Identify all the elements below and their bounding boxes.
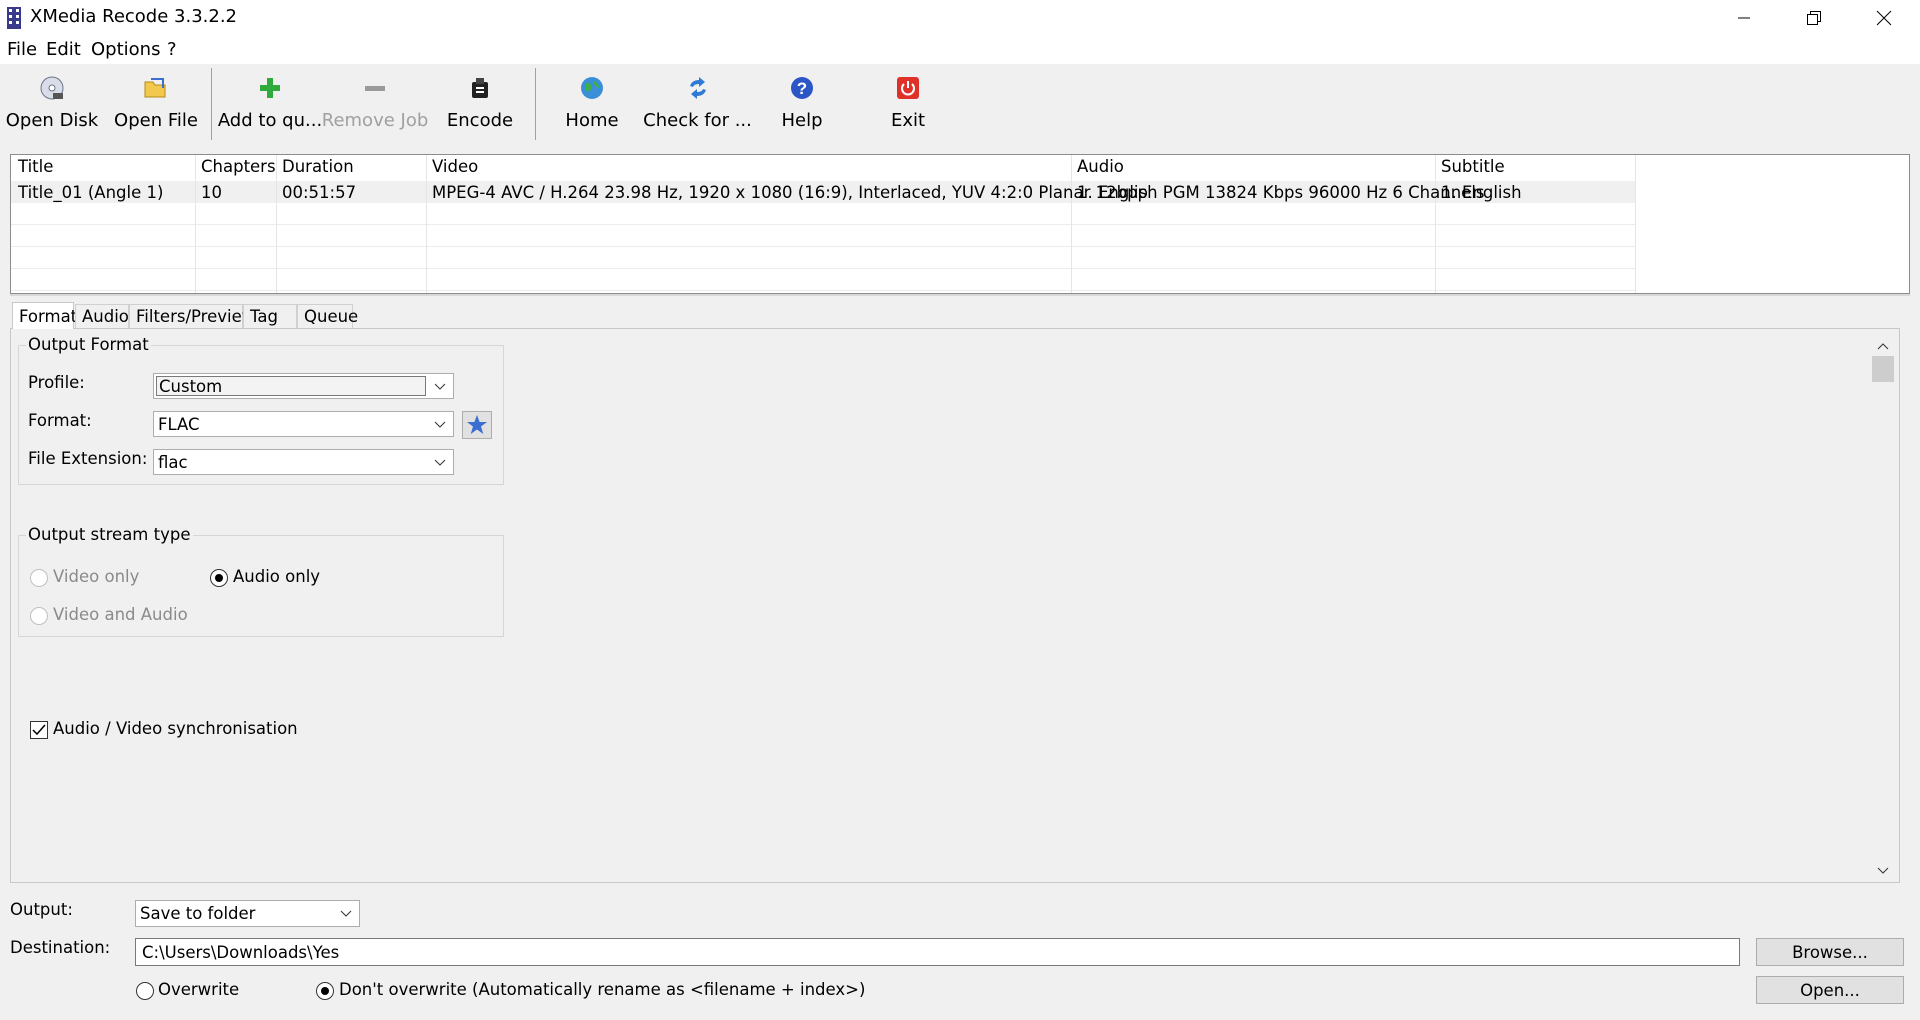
column-header-duration[interactable]: Duration [282,157,354,176]
scroll-down-icon[interactable] [1876,862,1890,881]
overwrite-label: Overwrite [158,980,240,999]
menu-help[interactable]: ? [167,39,177,60]
add-to-queue-button[interactable]: Add to qu... [218,74,322,144]
app-film-icon [6,6,22,30]
open-file-button[interactable]: Open File [112,74,200,144]
exit-button[interactable]: Exit [873,74,943,144]
column-header-video[interactable]: Video [432,157,478,176]
restore-button[interactable] [1779,0,1849,36]
tab-format[interactable]: Format [12,302,77,329]
column-audio [1072,155,1436,293]
tab-audio[interactable]: Audio [75,304,129,328]
home-button[interactable]: Home [552,74,632,144]
column-header-title[interactable]: Title [18,157,53,176]
cell-video: MPEG-4 AVC / H.264 23.98 Hz, 1920 x 1080… [432,183,1149,202]
vertical-scrollbar[interactable] [1870,334,1896,880]
star-icon [467,415,487,434]
profile-label: Profile: [28,373,85,392]
menu-options[interactable]: Options [91,39,160,60]
cell-chapters: 10 [201,183,222,202]
help-button[interactable]: ? Help [767,74,837,144]
output-dropdown[interactable]: Save to folder [135,900,360,927]
disk-icon [38,74,66,102]
plus-icon [256,74,284,102]
profile-dropdown[interactable]: Custom [153,373,454,399]
column-video [427,155,1072,293]
scroll-up-icon[interactable] [1876,337,1890,356]
destination-label: Destination: [10,938,111,957]
audio-only-label: Audio only [233,567,321,586]
cell-audio: 1. English PGM 13824 Kbps 96000 Hz 6 Cha… [1077,183,1485,202]
av-sync-checkbox[interactable] [30,721,48,739]
minimize-button[interactable] [1709,0,1779,36]
remove-job-button[interactable]: Remove Job [322,74,428,144]
scrollbar-thumb[interactable] [1872,356,1894,382]
open-folder-icon [142,74,170,102]
output-label: Output: [10,900,73,919]
cell-subtitle: 1. English [1441,183,1522,202]
format-label: Format: [28,411,92,430]
close-button[interactable] [1849,0,1919,36]
open-button[interactable]: Open... [1756,976,1904,1004]
column-header-audio[interactable]: Audio [1077,157,1124,176]
dont-overwrite-radio[interactable] [316,982,334,1000]
title-bar: XMedia Recode 3.3.2.2 [0,0,1920,36]
column-header-chapters[interactable]: Chapters [201,157,276,176]
globe-icon [578,74,606,102]
title-list[interactable]: Title Chapters Duration Video Audio Subt… [10,154,1910,294]
tab-queue[interactable]: Queue [297,304,358,328]
av-sync-label: Audio / Video synchronisation [53,719,298,738]
tab-tag[interactable]: Tag [243,304,297,328]
video-only-label: Video only [53,567,140,586]
audio-only-radio[interactable] [210,569,228,587]
open-disk-button[interactable]: Open Disk [5,74,99,144]
cell-title: Title_01 (Angle 1) [18,183,164,202]
splitter[interactable] [10,294,1910,296]
window-title: XMedia Recode 3.3.2.2 [30,6,237,27]
tab-filters-preview[interactable]: Filters/Preview [129,304,255,328]
restore-icon [1807,11,1821,25]
browse-button[interactable]: Browse... [1756,938,1904,966]
help-question-icon: ? [788,74,816,102]
checkmark-icon [32,724,46,736]
encode-button[interactable]: Encode [440,74,520,144]
encode-icon [466,74,494,102]
close-icon [1876,10,1892,26]
chevron-down-icon [433,454,447,473]
toolbar-separator [211,68,212,140]
chevron-down-icon [433,416,447,435]
power-icon [894,74,922,102]
file-extension-dropdown[interactable]: flac [153,449,454,475]
menu-edit[interactable]: Edit [46,39,81,60]
toolbar-separator [535,68,536,140]
chevron-down-icon [339,905,353,924]
cell-duration: 00:51:57 [282,183,357,202]
check-for-updates-button[interactable]: Check for ... [643,74,752,144]
column-header-subtitle[interactable]: Subtitle [1441,157,1505,176]
minus-icon [361,74,389,102]
chevron-down-icon [433,378,447,397]
overwrite-radio[interactable] [136,982,154,1000]
minimize-icon [1738,17,1750,19]
output-stream-type-title: Output stream type [26,525,193,544]
menu-bar: File Edit Options ? [0,36,1920,64]
menu-file[interactable]: File [7,39,37,60]
output-format-title: Output Format [26,335,151,354]
format-dropdown[interactable]: FLAC [153,411,454,437]
favorite-star-button[interactable] [462,411,492,439]
dont-overwrite-label: Don't overwrite (Automatically rename as… [339,980,866,999]
file-extension-label: File Extension: [28,449,148,468]
refresh-arrows-icon [684,74,712,102]
destination-input[interactable]: C:\Users\Downloads\Yes [135,938,1740,966]
svg-text:?: ? [797,79,807,98]
video-and-audio-label: Video and Audio [53,605,188,624]
toolbar: Open Disk Open File Add to qu... Remove … [0,64,1920,148]
video-and-audio-radio[interactable] [30,607,48,625]
video-only-radio[interactable] [30,569,48,587]
